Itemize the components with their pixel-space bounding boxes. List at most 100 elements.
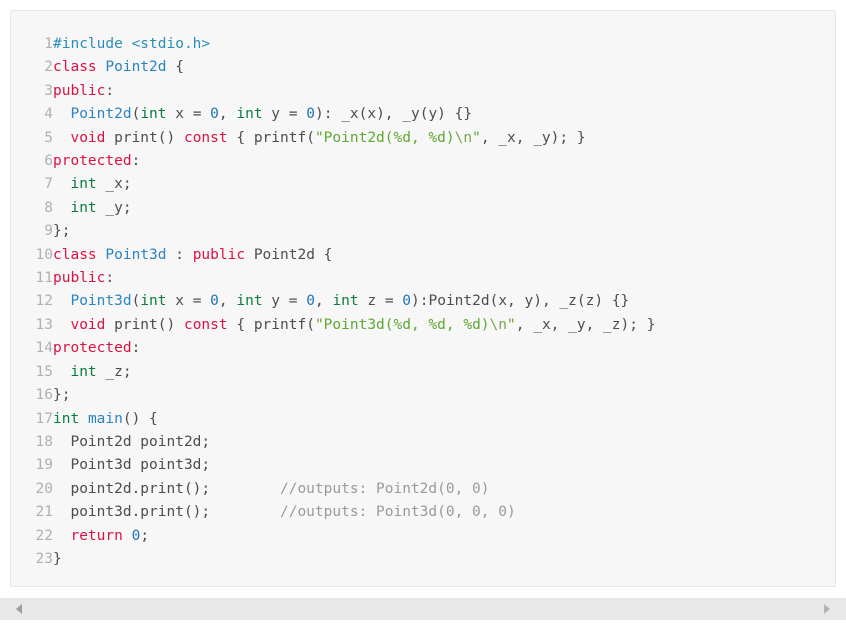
token-plain: , [314,293,333,310]
token-number: 0 [306,106,315,123]
token-number: 0 [210,293,219,310]
code-line-1[interactable]: #include <stdio.h> [53,33,655,56]
token-preprocessor: #include <stdio.h> [53,36,211,52]
token-type: int [236,293,263,310]
token-number: 0 [402,293,412,310]
token-string: " [507,316,516,333]
line-number: 7 [44,176,53,193]
code-line-row: 2 class Point2d { [11,56,655,79]
code-line-8[interactable]: int _y; [53,197,655,220]
line-number: 17 [35,410,53,427]
code-line-22[interactable]: return 0; [53,525,655,548]
token-class-name: Point2d [105,59,167,76]
token-keyword: const [183,316,228,333]
line-number: 21 [35,504,53,521]
code-line-row: 19 Point3d point3d; [11,454,655,477]
token-type: int [70,199,97,216]
token-type: int [140,106,167,123]
token-plain: : [131,340,141,357]
line-number: 2 [44,59,53,76]
scroll-right-button[interactable] [816,598,838,620]
token-plain: , _x, _y, _z); } [515,316,656,333]
token-string: "Point2d(%d, %d) [314,129,455,146]
token-class-name: Point3d [105,246,167,263]
code-line-9[interactable]: }; [53,220,655,243]
code-line-13[interactable]: void print() const { printf("Point3d(%d,… [53,314,655,337]
token-keyword: class [53,59,97,76]
code-line-row: 23 } [11,548,655,571]
line-number: 23 [35,550,53,567]
code-line-10[interactable]: class Point3d : public Point2d { [53,244,655,267]
token-number: 0 [306,293,315,310]
line-number: 18 [35,433,53,450]
token-plain: point3d.print(); [53,504,280,521]
code-line-12[interactable]: Point3d(int x = 0, int y = 0, int z = 0)… [53,290,655,313]
horizontal-scrollbar[interactable] [0,598,846,620]
token-plain: () { [122,410,158,427]
code-line-21[interactable]: point3d.print(); //outputs: Point3d(0, 0… [53,501,655,524]
token-plain: ; [140,527,150,544]
token-string: " [472,129,481,146]
code-line-5[interactable]: void print() const { printf("Point2d(%d,… [53,127,655,150]
code-line-2[interactable]: class Point2d { [53,56,655,79]
token-plain: y = [262,106,307,123]
code-line-23[interactable]: } [53,548,655,571]
line-number: 22 [35,527,53,544]
code-line-row: 13 void print() const { printf("Point3d(… [11,314,656,337]
token-escape: \n [454,129,473,146]
token-plain: , _x, _y); } [480,129,586,146]
token-type: int [70,176,97,193]
code-line-row: 1 #include <stdio.h> [11,33,655,56]
code-line-3[interactable]: public: [53,80,655,103]
code-line-14[interactable]: protected: [53,337,655,360]
line-number: 14 [35,340,53,357]
token-keyword: public [53,270,106,287]
code-line-16[interactable]: }; [53,384,655,407]
token-escape: \n [489,316,508,333]
code-line-20[interactable]: point2d.print(); //outputs: Point2d(0, 0… [53,478,655,501]
code-line-row: 3 public: [11,80,655,103]
code-line-row: 11 public: [11,267,655,290]
token-comment: //outputs: Point2d(0, 0) [279,480,490,497]
code-line-18[interactable]: Point2d point2d; [53,431,655,454]
token-keyword: class [53,246,97,263]
code-line-row: 12 Point3d(int x = 0, int y = 0, int z =… [11,290,655,313]
token-plain: x = [166,293,211,310]
code-line-6[interactable]: protected: [53,150,655,173]
token-plain: : [105,82,115,99]
code-line-row: 4 Point2d(int x = 0, int y = 0): _x(x), … [11,103,655,126]
token-plain: Point2d { [245,246,333,263]
code-scroll-area[interactable]: 1 #include <stdio.h> 2 class Point2d { 3… [11,11,835,586]
token-type: int [70,363,97,380]
code-line-15[interactable]: int _z; [53,361,655,384]
token-plain: print() [105,129,184,146]
token-keyword: public [53,82,106,99]
line-number: 11 [35,270,53,287]
token-keyword: return [70,527,123,544]
code-line-row: 20 point2d.print(); //outputs: Point2d(0… [11,478,655,501]
token-plain: print() [105,316,184,333]
line-number: 15 [35,363,53,380]
code-line-17[interactable]: int main() { [53,408,655,431]
token-keyword: protected [53,340,132,357]
token-plain: , [218,293,237,310]
code-line-19[interactable]: Point3d point3d; [53,454,655,477]
code-line-11[interactable]: public: [53,267,655,290]
code-line-7[interactable]: int _x; [53,173,655,196]
scroll-left-button[interactable] [8,598,30,620]
token-class-name: Point3d [70,293,132,310]
token-keyword: protected [53,153,132,170]
code-line-4[interactable]: Point2d(int x = 0, int y = 0): _x(x), _y… [53,103,655,126]
triangle-right-icon [824,604,830,614]
code-line-row: 7 int _x; [11,173,655,196]
scrollbar-track[interactable] [22,598,824,620]
line-number: 4 [44,106,53,123]
token-plain: { [166,59,184,76]
token-comment: //outputs: Point3d(0, 0, 0) [279,504,516,521]
token-plain: : [166,246,193,263]
